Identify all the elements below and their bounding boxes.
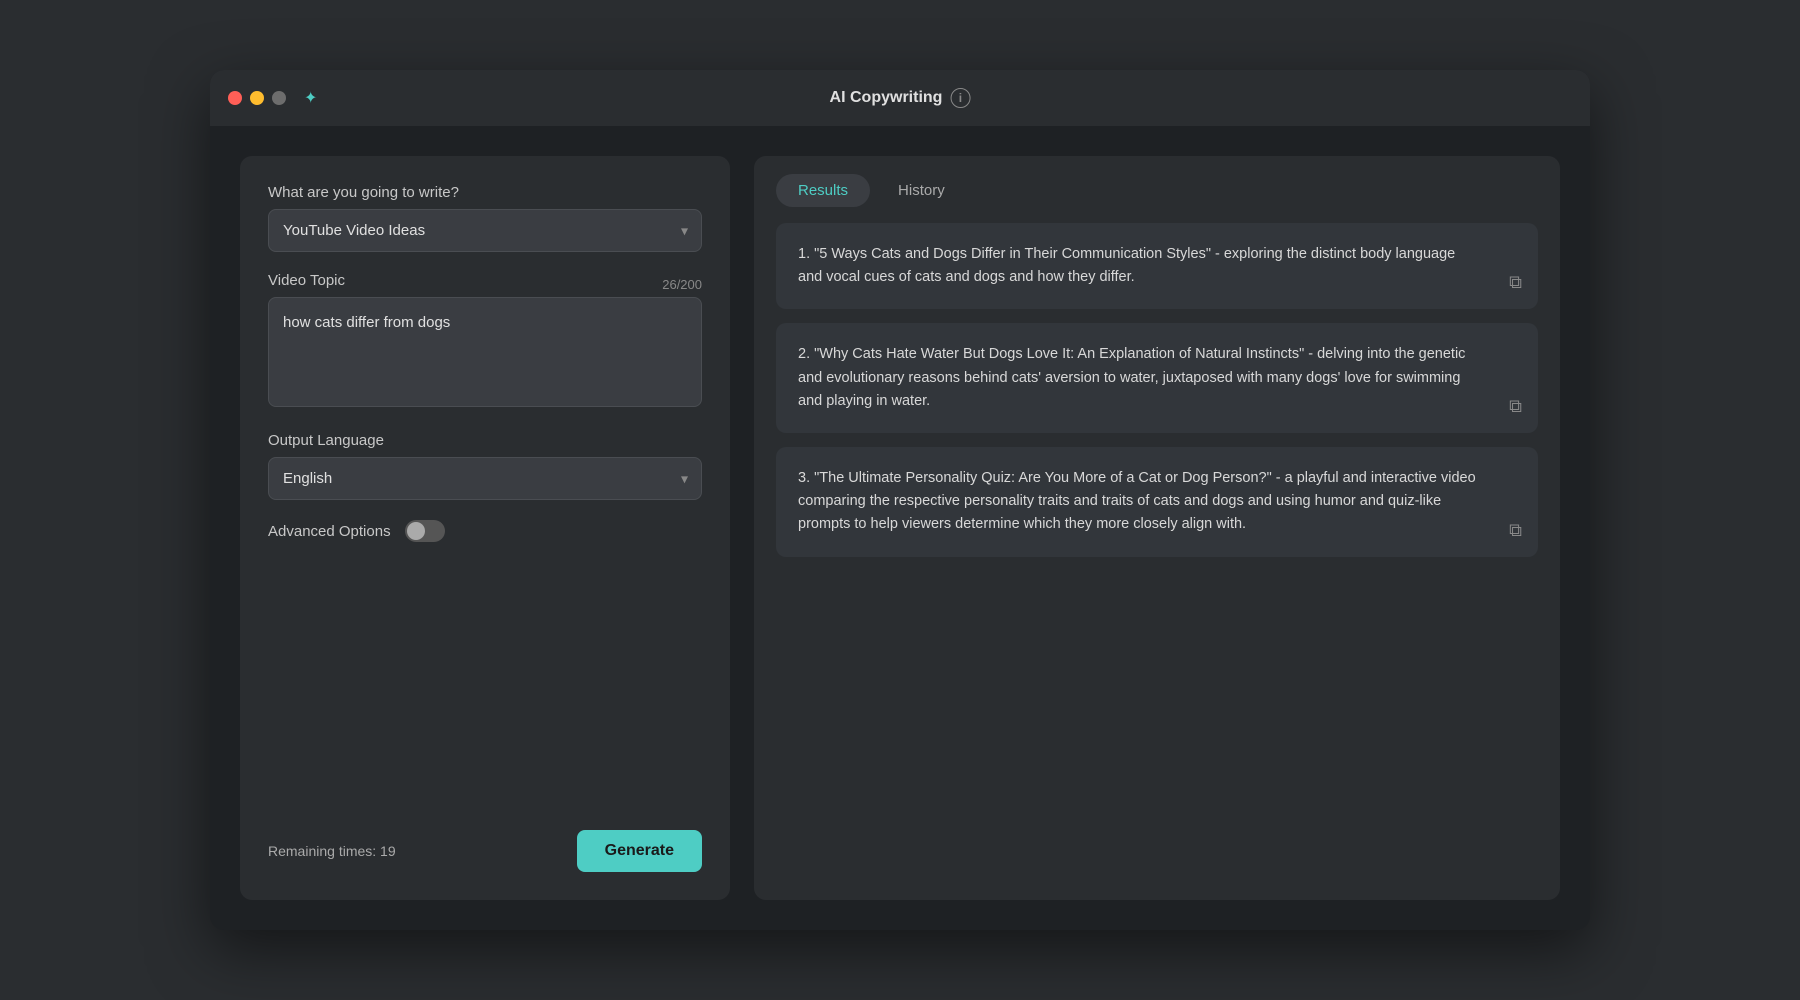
tabs-row: Results History (754, 156, 1560, 207)
toggle-thumb (407, 522, 425, 540)
right-panel: Results History 1. "5 Ways Cats and Dogs… (754, 156, 1560, 900)
minimize-button[interactable] (250, 91, 264, 105)
result-card-1: 1. "5 Ways Cats and Dogs Differ in Their… (776, 223, 1538, 309)
advanced-options-label: Advanced Options (268, 523, 391, 540)
footer-row: Remaining times: 19 Generate (268, 830, 702, 872)
result-card-2: 2. "Why Cats Hate Water But Dogs Love It… (776, 323, 1538, 433)
copy-icon-1[interactable]: ⧉ (1509, 272, 1522, 293)
tab-history[interactable]: History (876, 174, 967, 207)
advanced-options-row: Advanced Options (268, 520, 702, 542)
write-type-wrapper: YouTube Video Ideas Blog Post Social Med… (268, 209, 702, 252)
titlebar-title: AI Copywriting i (830, 88, 971, 108)
pin-icon[interactable]: ✦ (304, 88, 317, 108)
traffic-lights: ✦ (228, 88, 317, 108)
advanced-options-toggle[interactable] (405, 520, 445, 542)
what-to-write-section: What are you going to write? YouTube Vid… (268, 184, 702, 252)
output-language-label: Output Language (268, 432, 702, 449)
write-type-select[interactable]: YouTube Video Ideas Blog Post Social Med… (268, 209, 702, 252)
output-language-section: Output Language English Spanish French G… (268, 432, 702, 500)
language-wrapper: English Spanish French German Chinese ▾ (268, 457, 702, 500)
result-card-3: 3. "The Ultimate Personality Quiz: Are Y… (776, 447, 1538, 557)
result-text-1: 1. "5 Ways Cats and Dogs Differ in Their… (798, 243, 1516, 289)
video-topic-textarea[interactable] (268, 297, 702, 407)
video-topic-section: Video Topic 26/200 (268, 272, 702, 412)
info-icon[interactable]: i (950, 88, 970, 108)
tab-results[interactable]: Results (776, 174, 870, 207)
main-window: ✦ AI Copywriting i What are you going to… (210, 70, 1590, 930)
video-topic-label: Video Topic (268, 272, 345, 289)
language-select[interactable]: English Spanish French German Chinese (268, 457, 702, 500)
left-panel: What are you going to write? YouTube Vid… (240, 156, 730, 900)
video-topic-label-row: Video Topic 26/200 (268, 272, 702, 297)
result-text-3: 3. "The Ultimate Personality Quiz: Are Y… (798, 467, 1516, 537)
maximize-button[interactable] (272, 91, 286, 105)
main-content: What are you going to write? YouTube Vid… (210, 126, 1590, 930)
result-text-2: 2. "Why Cats Hate Water But Dogs Love It… (798, 343, 1516, 413)
generate-button[interactable]: Generate (577, 830, 702, 872)
titlebar: ✦ AI Copywriting i (210, 70, 1590, 126)
results-list: 1. "5 Ways Cats and Dogs Differ in Their… (754, 207, 1560, 900)
app-title: AI Copywriting (830, 89, 943, 107)
remaining-times: Remaining times: 19 (268, 843, 396, 859)
close-button[interactable] (228, 91, 242, 105)
copy-icon-2[interactable]: ⧉ (1509, 396, 1522, 417)
copy-icon-3[interactable]: ⧉ (1509, 520, 1522, 541)
char-count: 26/200 (662, 277, 702, 292)
what-to-write-label: What are you going to write? (268, 184, 702, 201)
